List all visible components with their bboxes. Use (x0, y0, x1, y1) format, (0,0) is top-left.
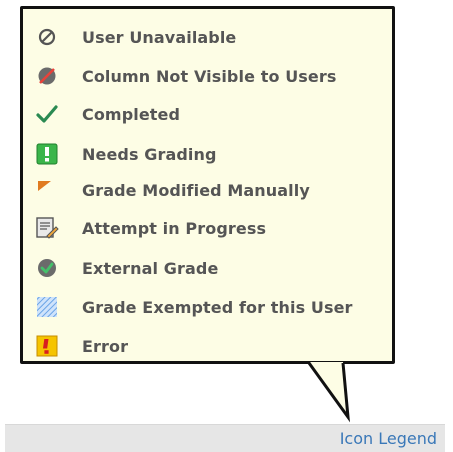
icon-legend-link[interactable]: Icon Legend (340, 429, 437, 448)
footer-bar: Icon Legend (5, 424, 445, 452)
popup-pointer (307, 362, 351, 423)
